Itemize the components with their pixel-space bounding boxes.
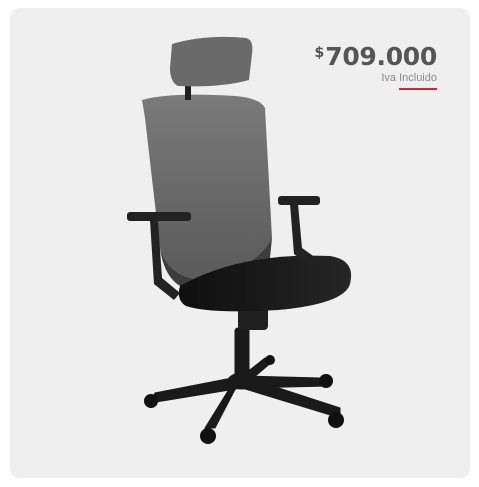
price-block: $ 709.000 Iva Incluido (314, 44, 437, 90)
currency-symbol: $ (314, 45, 325, 61)
price: $ 709.000 (314, 44, 437, 69)
price-amount: 709.000 (325, 42, 437, 71)
price-accent-line (399, 88, 437, 90)
chair-backrest (142, 94, 272, 281)
chair-headrest (170, 36, 253, 87)
tax-note: Iva Incluido (381, 72, 437, 84)
product-card[interactable]: $ 709.000 Iva Incluido (10, 8, 470, 478)
chair-base (149, 327, 341, 429)
